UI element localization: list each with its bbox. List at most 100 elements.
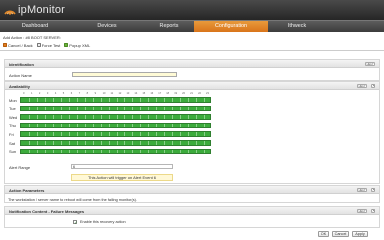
popup-xml-button[interactable]: Popup XML <box>64 43 90 48</box>
hour-cell-divider <box>164 106 166 111</box>
hour-cell-divider <box>92 132 94 136</box>
day-availability-bar[interactable] <box>20 105 211 112</box>
action-parameters-help-button[interactable]: HELP <box>357 187 367 193</box>
hour-label: 16 <box>150 92 154 95</box>
action-name-label: Action Name <box>9 73 32 78</box>
hour-label: 11 <box>110 92 114 95</box>
hour-cell-divider <box>188 98 190 102</box>
back-arrow-icon <box>3 43 7 47</box>
hour-cell-divider <box>188 106 190 111</box>
availability-help-button[interactable]: HELP <box>357 83 367 89</box>
hour-cell-divider <box>108 106 110 111</box>
hour-cell-divider <box>108 115 110 119</box>
hour-cell-divider <box>124 141 126 145</box>
day-label: Tue <box>9 106 16 112</box>
hour-label: 8 <box>86 92 89 95</box>
action-parameters-title: Action Parameters <box>9 188 45 193</box>
hour-cell-divider <box>180 123 182 128</box>
hour-label: 21 <box>190 92 193 95</box>
day-availability-bar[interactable] <box>20 131 211 137</box>
cancel-back-label: Cancel / Back <box>8 42 33 48</box>
day-label: Wed <box>9 114 18 120</box>
hour-cell-divider <box>28 141 30 145</box>
hour-label: 6 <box>70 92 73 95</box>
apply-button[interactable]: Apply <box>352 231 368 237</box>
hour-label: 23 <box>206 92 209 95</box>
hour-cell-divider <box>60 115 62 119</box>
hour-cell-divider <box>164 115 166 119</box>
hour-cell-divider <box>204 141 206 145</box>
hour-cell-divider <box>76 141 78 145</box>
hour-label: 20 <box>182 92 186 95</box>
hour-cell-divider <box>44 132 46 136</box>
hour-cell-divider <box>204 123 206 128</box>
hour-cell-divider <box>140 141 142 145</box>
ok-button[interactable]: OK <box>318 231 329 237</box>
cancel-button[interactable]: Cancel <box>332 231 349 237</box>
hour-cell-divider <box>84 141 86 145</box>
identification-header: Identification HELP <box>5 60 379 68</box>
nav-devices[interactable]: Devices <box>72 21 142 32</box>
hour-cell-divider <box>180 141 182 145</box>
hour-cell-divider <box>28 123 30 128</box>
hour-cell-divider <box>156 123 158 128</box>
hour-cell-divider <box>92 149 94 154</box>
hour-cell-divider <box>116 123 118 128</box>
app-title: ipMonitor <box>18 4 66 16</box>
enable-recovery-checkbox[interactable] <box>73 220 77 224</box>
nav-configuration[interactable]: Configuration <box>194 21 268 32</box>
hour-cell-divider <box>148 98 150 102</box>
notification-panel: Notification Content - Failure Messages … <box>4 206 380 228</box>
hour-cell-divider <box>116 149 118 154</box>
action-parameters-description: The workstation / server name to reboot … <box>8 198 137 202</box>
day-availability-bar[interactable] <box>20 114 211 120</box>
hour-cell-divider <box>164 132 166 136</box>
availability-title: Availability <box>9 84 30 89</box>
hour-cell-divider <box>60 106 62 111</box>
hour-cell-divider <box>36 132 38 136</box>
hour-cell-divider <box>204 115 206 119</box>
alert-trigger-note: This Action will trigger on Alert Event … <box>71 174 173 181</box>
hour-cell-divider <box>140 106 142 111</box>
hour-cell-divider <box>60 123 62 128</box>
availability-header: Availability HELP <box>5 82 379 90</box>
action-name-input[interactable] <box>72 72 177 77</box>
notification-help-button[interactable]: HELP <box>357 208 367 214</box>
nav-dashboard[interactable]: Dashboard <box>0 21 70 32</box>
hour-cell-divider <box>196 115 198 119</box>
force-test-button[interactable]: Force Test <box>36 43 60 48</box>
hour-cell-divider <box>108 98 110 102</box>
xml-icon <box>64 43 69 47</box>
hour-cell-divider <box>188 123 190 128</box>
hour-cell-divider <box>76 106 78 111</box>
breadcrumb: Add Action : #8 BOOT SERVER: <box>3 35 61 40</box>
hour-cell-divider <box>28 115 30 119</box>
day-availability-bar[interactable] <box>20 140 211 146</box>
hour-cell-divider <box>140 132 142 136</box>
day-label: Sun <box>9 149 17 155</box>
hour-label: 3 <box>46 92 49 95</box>
hour-label: 9 <box>94 92 97 95</box>
hour-cell-divider <box>172 123 174 128</box>
hour-cell-divider <box>188 115 190 119</box>
day-availability-bar[interactable] <box>20 97 211 103</box>
hour-cell-divider <box>148 123 150 128</box>
notification-close-button[interactable] <box>370 208 375 214</box>
hour-cell-divider <box>52 132 54 136</box>
alert-range-input[interactable]: 6 <box>71 164 173 169</box>
action-parameters-close-button[interactable] <box>370 187 375 193</box>
day-availability-bar[interactable] <box>20 122 211 129</box>
hour-cell-divider <box>100 123 102 128</box>
enable-recovery-label: Enable this recovery action <box>80 220 126 224</box>
hour-cell-divider <box>108 132 110 136</box>
hour-cell-divider <box>68 115 70 119</box>
day-availability-bar[interactable] <box>20 148 211 155</box>
availability-close-button[interactable] <box>370 83 375 89</box>
hour-cell-divider <box>156 141 158 145</box>
nav-ithweck[interactable]: Ithweck <box>262 21 332 32</box>
identification-help-button[interactable]: HELP <box>365 61 375 67</box>
hour-cell-divider <box>28 149 30 154</box>
hour-cell-divider <box>52 106 54 111</box>
cancel-back-button[interactable]: Cancel / Back <box>3 43 33 48</box>
hour-cell-divider <box>36 141 38 145</box>
